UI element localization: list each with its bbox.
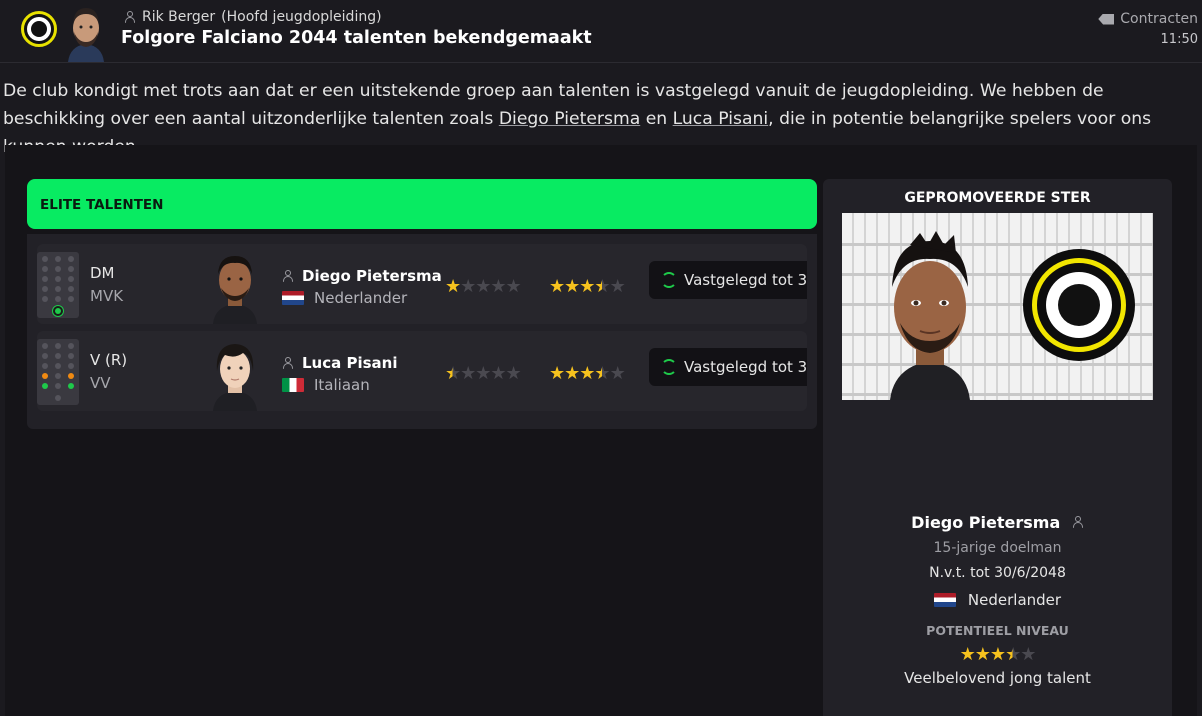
player-position: DM [90, 264, 115, 282]
sender-name[interactable]: Rik Berger [142, 9, 215, 25]
promoted-star-nationality: Nederlander [823, 591, 1172, 609]
player-nationality: Italiaan [282, 376, 370, 394]
elite-talents-title: ELITE TALENTEN [40, 197, 164, 213]
netherlands-flag-icon [933, 593, 956, 607]
sender-role: (Hoofd jeugdopleiding) [221, 9, 382, 25]
potential-level-label: POTENTIEEL NIVEAU [926, 623, 1069, 638]
refresh-icon [661, 272, 677, 288]
player-position-local: VV [90, 374, 111, 392]
person-icon [1072, 516, 1084, 528]
current-ability-stars: ★★★★★ [445, 276, 522, 297]
player-name[interactable]: Luca Pisani [282, 354, 397, 372]
contract-label: Vastgelegd tot 30/6/2048 [684, 271, 807, 289]
message-title: Folgore Falciano 2044 talenten bekendgem… [121, 28, 592, 48]
body-text-2: en [640, 109, 673, 129]
player-name-text: Diego Pietersma [302, 267, 442, 285]
player-face[interactable] [207, 248, 263, 324]
club-badge-icon[interactable] [21, 11, 57, 47]
current-ability-stars: ★★★★★ [445, 363, 522, 384]
tag-icon [1098, 13, 1115, 25]
contract-button[interactable]: Vastgelegd tot 30/6/2048 [649, 348, 807, 386]
contract-button[interactable]: Vastgelegd tot 30/6/2048 [649, 261, 807, 299]
potential-level-stars: ★★★★★ [959, 644, 1037, 665]
person-icon [282, 357, 294, 369]
player-link-diego[interactable]: Diego Pietersma [499, 109, 640, 129]
potential-ability-stars: ★★★★★ [549, 276, 626, 297]
sender-line: Rik Berger (Hoofd jeugdopleiding) [124, 9, 382, 25]
promoted-star-age-role: 15-jarige doelman [933, 540, 1062, 556]
promoted-star-contract: N.v.t. tot 30/6/2048 [929, 565, 1066, 581]
divider [0, 62, 1202, 63]
position-pitch-icon [37, 339, 79, 405]
italy-flag-icon [282, 378, 304, 392]
player-link-luca[interactable]: Luca Pisani [673, 109, 769, 129]
promoted-star-card: GEPROMOVEERDE STER Diego Pietersma 15-ja… [823, 179, 1172, 716]
person-icon [282, 270, 294, 282]
potential-ability-stars: ★★★★★ [549, 363, 626, 384]
player-position-local: MVK [90, 287, 124, 305]
player-row[interactable]: V (R) VV Luca Pisani Italiaan ★★★★★ ★★★★… [37, 331, 807, 411]
refresh-icon [661, 359, 677, 375]
person-icon [124, 11, 136, 23]
player-face[interactable] [207, 335, 263, 411]
contract-label: Vastgelegd tot 30/6/2048 [684, 358, 807, 376]
player-name[interactable]: Diego Pietersma [282, 267, 442, 285]
nationality-text: Nederlander [314, 289, 408, 307]
message-header: Rik Berger (Hoofd jeugdopleiding) Folgor… [0, 0, 1202, 62]
player-name-text: Luca Pisani [302, 354, 398, 372]
contracts-label: Contracten [1120, 11, 1198, 27]
elite-talents-list: DM MVK Diego Pietersma Nederlander ★★★★★… [27, 234, 817, 429]
player-row[interactable]: DM MVK Diego Pietersma Nederlander ★★★★★… [37, 244, 807, 324]
message-time: 11:50 [1160, 32, 1198, 47]
elite-talents-header: ELITE TALENTEN [27, 179, 817, 229]
player-nationality: Nederlander [282, 289, 407, 307]
nationality-text: Nederlander [967, 591, 1062, 609]
nationality-text: Italiaan [314, 376, 370, 394]
position-pitch-icon [37, 252, 79, 318]
promoted-star-image[interactable] [842, 213, 1153, 400]
player-position: V (R) [90, 351, 128, 369]
promoted-star-name-text: Diego Pietersma [911, 513, 1061, 532]
promoted-star-heading: GEPROMOVEERDE STER [904, 190, 1091, 206]
netherlands-flag-icon [282, 291, 304, 305]
sender-avatar[interactable] [64, 2, 108, 62]
contracts-tag[interactable]: Contracten [1098, 11, 1198, 27]
potential-description: Veelbelovend jong talent [904, 669, 1091, 687]
promoted-star-name[interactable]: Diego Pietersma [823, 513, 1172, 532]
player-portrait [890, 231, 970, 400]
club-crest-icon [1023, 249, 1135, 361]
